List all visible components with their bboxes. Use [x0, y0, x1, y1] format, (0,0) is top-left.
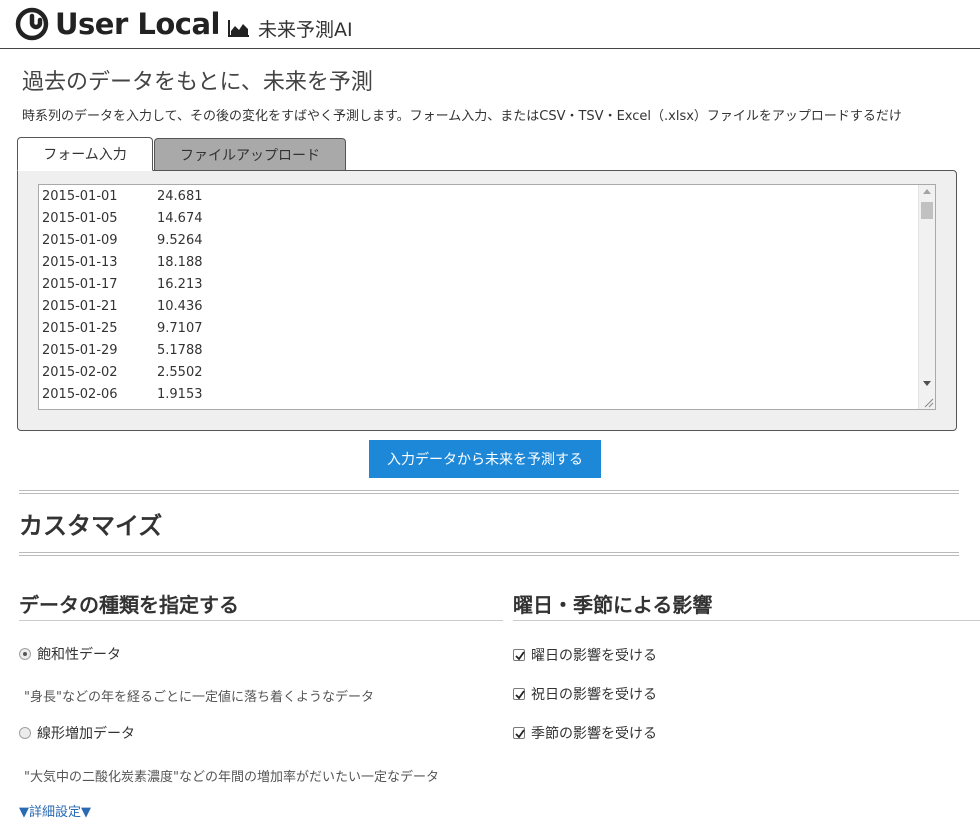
checkmark-icon: [515, 651, 525, 661]
customize-title: カスタマイズ: [19, 512, 163, 540]
data-row: 2015-01-21 10.436: [42, 299, 203, 314]
resize-grip-icon[interactable]: [922, 396, 934, 408]
form-input-panel: 2015-01-01 24.681 2015-01-05 14.674 2015-0…: [17, 170, 957, 431]
scroll-down-arrow-icon[interactable]: [923, 381, 931, 386]
checkbox-checked[interactable]: [513, 649, 525, 661]
textarea-scrollbar[interactable]: [918, 185, 935, 409]
page-description: 時系列のデータを入力して、その後の変化をすばやく予測します。フォーム入力、または…: [22, 109, 902, 124]
section-divider: [19, 552, 959, 556]
data-row: 2015-01-13 18.188: [42, 255, 203, 270]
checkbox-label: 季節の影響を受ける: [531, 726, 657, 742]
brand-name: User Local: [55, 7, 220, 41]
predict-button[interactable]: 入力データから未来を予測する: [369, 440, 601, 478]
area-chart-icon: [228, 20, 249, 37]
radio-label: 飽和性データ: [37, 647, 121, 663]
radio-button-selected[interactable]: [19, 648, 31, 660]
data-row: 2015-02-02 2.5502: [42, 365, 203, 380]
data-row: 2015-01-29 5.1788: [42, 343, 203, 358]
data-row: 2015-01-09 9.5264: [42, 233, 203, 248]
detail-settings-toggle[interactable]: ▼詳細設定▼: [19, 801, 91, 820]
product-name: 未来予測AI: [258, 18, 353, 41]
user-local-logo-icon: [15, 7, 49, 41]
checkbox-label: 曜日の影響を受ける: [531, 648, 657, 664]
data-row: 2015-01-17 16.213: [42, 277, 203, 292]
data-type-heading: データの種類を指定する: [19, 593, 239, 617]
brand-logo-link[interactable]: User Local: [15, 4, 220, 44]
checkbox-weekday-effect[interactable]: 曜日の影響を受ける: [513, 645, 657, 665]
tab-file-upload[interactable]: ファイルアップロード: [154, 138, 346, 170]
radio-label: 線形増加データ: [37, 726, 135, 742]
scroll-up-arrow-icon[interactable]: [923, 189, 931, 194]
radio-linear-data[interactable]: 線形増加データ: [19, 723, 135, 743]
radio-saturating-data[interactable]: 飽和性データ: [19, 644, 121, 664]
data-row: 2015-02-06 1.9153: [42, 387, 203, 402]
checkmark-icon: [515, 729, 525, 739]
scroll-thumb[interactable]: [921, 202, 933, 219]
page-title: 過去のデータをもとに、未来を予測: [22, 70, 373, 95]
linear-data-hint: "大気中の二酸化炭素濃度"などの年間の増加率がだいたい一定なデータ: [24, 770, 439, 785]
seasonality-underline: [513, 620, 980, 621]
section-divider: [19, 490, 959, 494]
saturating-data-hint: "身長"などの年を経るごとに一定値に落ち着くようなデータ: [24, 690, 374, 705]
checkbox-label: 祝日の影響を受ける: [531, 687, 657, 703]
tab-form-input[interactable]: フォーム入力: [17, 137, 153, 171]
data-row: 2015-01-25 9.7107: [42, 321, 203, 336]
seasonality-heading: 曜日・季節による影響: [513, 593, 713, 617]
data-row: 2015-01-01 24.681: [42, 189, 203, 204]
radio-button[interactable]: [19, 727, 31, 739]
app-header: User Local 未来予測AI: [0, 0, 980, 49]
data-textarea[interactable]: 2015-01-01 24.681 2015-01-05 14.674 2015-0…: [38, 184, 936, 410]
checkbox-checked[interactable]: [513, 727, 525, 739]
checkbox-season-effect[interactable]: 季節の影響を受ける: [513, 723, 657, 743]
checkbox-holiday-effect[interactable]: 祝日の影響を受ける: [513, 684, 657, 704]
checkbox-checked[interactable]: [513, 688, 525, 700]
product-title: 未来予測AI: [228, 14, 353, 42]
checkmark-icon: [515, 690, 525, 700]
data-type-underline: [19, 620, 503, 621]
data-row: 2015-01-05 14.674: [42, 211, 203, 226]
